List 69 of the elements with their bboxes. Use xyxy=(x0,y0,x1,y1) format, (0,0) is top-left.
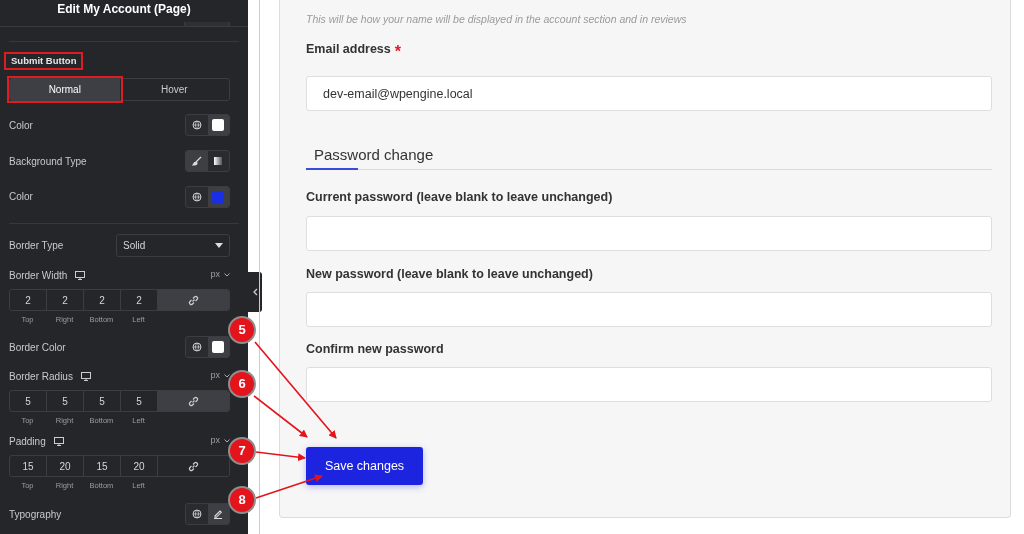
link-button[interactable] xyxy=(158,391,229,411)
desktop-icon xyxy=(53,436,64,446)
control-label: Color xyxy=(9,118,33,133)
panel-title: Edit My Account (Page) xyxy=(57,1,191,18)
email-field[interactable]: dev-email@wpengine.local xyxy=(306,76,992,111)
step-marker: 6 xyxy=(228,370,256,398)
password-field[interactable] xyxy=(306,292,992,327)
globe-icon xyxy=(191,509,202,519)
value-field[interactable]: 15 xyxy=(84,456,121,476)
desktop-icon xyxy=(75,270,86,280)
color-swatch[interactable] xyxy=(207,337,229,357)
section-heading: Password change xyxy=(314,145,435,164)
pencil-icon xyxy=(213,509,224,519)
state-tab[interactable]: Hover xyxy=(119,79,229,100)
hint-text: This will be how your name will be displayed in the account section and in reviews xyxy=(306,12,688,26)
gradient-icon xyxy=(213,156,224,166)
value-field[interactable]: 20 xyxy=(47,456,84,476)
value-field[interactable]: 15 xyxy=(10,456,47,476)
edit-button[interactable] xyxy=(207,504,229,524)
globe-icon xyxy=(191,191,202,202)
color-swatch[interactable] xyxy=(207,115,229,135)
value-field[interactable]: 2 xyxy=(84,290,121,310)
value-field[interactable]: 20 xyxy=(121,456,158,476)
globe-icon xyxy=(191,342,202,352)
link-button[interactable] xyxy=(158,290,229,310)
control-label: Padding xyxy=(9,434,46,449)
collapse-handle[interactable] xyxy=(248,272,262,312)
field-label: Email address xyxy=(306,41,391,56)
field-label: Confirm new password xyxy=(306,341,445,356)
control-label: Border Color xyxy=(9,340,66,355)
chevron-icon xyxy=(224,374,230,378)
color-swatch[interactable] xyxy=(207,186,229,207)
link-icon xyxy=(188,395,199,407)
control-label: Border Radius xyxy=(9,369,73,384)
link-icon xyxy=(188,460,199,472)
brush-icon xyxy=(191,156,202,166)
chevron-icon xyxy=(224,273,230,277)
step-marker: 8 xyxy=(228,486,256,514)
unit-selector[interactable]: px xyxy=(210,369,230,383)
value-field[interactable]: 5 xyxy=(84,391,121,411)
value-field[interactable]: 5 xyxy=(10,391,47,411)
control-label: Border Width xyxy=(9,268,68,283)
link-icon xyxy=(188,294,199,306)
field-label: New password (leave blank to leave unchanged) xyxy=(306,266,594,281)
control-label: Background Type xyxy=(9,154,87,169)
value-field[interactable]: 2 xyxy=(47,290,84,310)
required-mark: * xyxy=(394,42,401,62)
caret-icon xyxy=(215,243,223,248)
step-marker: 7 xyxy=(228,437,256,465)
value-field[interactable]: 2 xyxy=(10,290,47,310)
save-button[interactable]: Save changes xyxy=(306,447,423,485)
value-field[interactable]: 5 xyxy=(47,391,84,411)
section-title: Submit Button xyxy=(4,52,84,70)
select-field[interactable]: Solid xyxy=(116,234,230,257)
desktop-icon xyxy=(80,371,91,381)
unit-selector[interactable]: px xyxy=(210,268,230,282)
password-field[interactable] xyxy=(306,216,992,251)
step-marker: 5 xyxy=(228,316,256,344)
field-label: Current password (leave blank to leave unchanged) xyxy=(306,189,614,204)
password-field[interactable] xyxy=(306,367,992,402)
arrow xyxy=(255,474,323,499)
unit-selector[interactable]: px xyxy=(210,434,230,448)
control-label: Typography xyxy=(9,507,62,522)
control-label: Border Type xyxy=(9,239,64,253)
control-label: Color xyxy=(9,190,33,204)
globe-icon xyxy=(191,120,202,130)
state-tab[interactable]: Normal xyxy=(10,79,120,100)
arrow xyxy=(255,451,306,462)
chevron-icon xyxy=(224,439,230,443)
